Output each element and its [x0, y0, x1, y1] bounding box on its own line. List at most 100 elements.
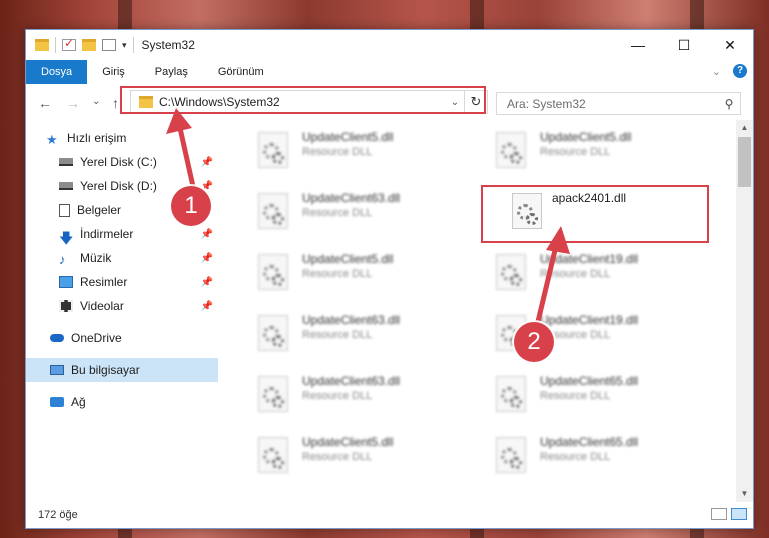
view-switcher [711, 508, 747, 520]
network-icon [50, 397, 64, 407]
dll-file-icon [258, 437, 288, 473]
tab-share[interactable]: Paylaş [140, 60, 203, 84]
new-folder-icon[interactable] [82, 39, 96, 51]
dll-file-icon [258, 376, 288, 412]
title-bar: ▾ System32 — ☐ ✕ [26, 30, 753, 60]
pin-icon: 📌 [200, 156, 213, 168]
file-item[interactable]: UpdateClient63.dll Resource DLL [228, 187, 448, 235]
file-name: UpdateClient63.dll [302, 313, 401, 327]
this-pc-icon [50, 365, 64, 375]
sidebar-item-label: İndirmeler [80, 227, 134, 241]
file-type: Resource DLL [302, 268, 373, 280]
search-icon[interactable]: ⚲ [718, 97, 740, 111]
file-name: UpdateClient5.dll [302, 130, 394, 144]
customize-dropdown-icon[interactable]: ▾ [122, 40, 127, 51]
file-type: Resource DLL [302, 451, 373, 463]
tab-file[interactable]: Dosya [26, 60, 88, 84]
up-button[interactable]: ↑ [112, 95, 119, 111]
recent-locations-button[interactable]: ⌄ [92, 96, 100, 107]
file-name: UpdateClient19.dll [540, 313, 639, 327]
file-type: Resource DLL [540, 390, 611, 402]
file-list: UpdateClient5.dll Resource DLL UpdateCli… [218, 120, 736, 502]
sidebar-item-pictures[interactable]: Resimler 📌 [26, 270, 218, 294]
star-icon: ★ [46, 132, 58, 147]
callout-badge-1: 1 [171, 186, 211, 226]
status-bar: 172 öğe [26, 502, 753, 528]
downloads-icon: 🡇 [59, 230, 74, 246]
back-button[interactable]: ← [38, 95, 52, 111]
tiles-view-icon[interactable] [731, 508, 747, 520]
file-name: UpdateClient19.dll [540, 252, 639, 266]
file-name: UpdateClient63.dll [302, 191, 401, 205]
scroll-down-icon[interactable]: ▼ [736, 486, 753, 502]
forward-button[interactable]: → [66, 95, 80, 111]
dll-file-icon [496, 437, 526, 473]
details-view-icon[interactable] [711, 508, 727, 520]
quick-access-toolbar: ▾ [35, 36, 134, 53]
dll-file-icon [258, 193, 288, 229]
sidebar-item-music[interactable]: ♪ Müzik 📌 [26, 246, 218, 270]
file-item[interactable]: UpdateClient5.dll Resource DLL [228, 431, 448, 479]
pictures-icon [59, 276, 73, 288]
sidebar-item-quick-access[interactable]: ★ Hızlı erişim [26, 126, 218, 150]
videos-icon [59, 300, 73, 312]
close-button[interactable]: ✕ [707, 30, 753, 60]
ribbon-tabs: Dosya Giriş Paylaş Görünüm ⌄ ? [26, 60, 753, 84]
pin-icon: 📌 [200, 276, 213, 288]
disk-icon [59, 182, 73, 190]
sidebar-item-local-disk-c[interactable]: Yerel Disk (C:) 📌 [26, 150, 218, 174]
scroll-thumb[interactable] [738, 137, 751, 187]
search-box[interactable]: Ara: System32 ⚲ [496, 92, 741, 115]
sidebar-item-label: Hızlı erişim [67, 131, 127, 145]
dll-file-icon [258, 254, 288, 290]
dll-file-icon [496, 254, 526, 290]
sidebar-item-label: Resimler [80, 275, 128, 289]
tab-view[interactable]: Görünüm [203, 60, 279, 84]
window-controls: — ☐ ✕ [615, 30, 753, 60]
onedrive-icon [50, 334, 64, 342]
disk-icon [59, 158, 73, 166]
sidebar-item-label: Yerel Disk (D:) [80, 179, 157, 193]
tab-home[interactable]: Giriş [87, 60, 140, 84]
file-item[interactable]: UpdateClient63.dll Resource DLL [228, 370, 448, 418]
folder-icon [35, 39, 49, 51]
file-name: UpdateClient5.dll [540, 130, 632, 144]
file-name: UpdateClient65.dll [540, 374, 639, 388]
file-name: UpdateClient63.dll [302, 374, 401, 388]
file-type: Resource DLL [302, 329, 373, 341]
sidebar-item-onedrive[interactable]: OneDrive [26, 326, 218, 350]
dll-file-icon [496, 132, 526, 168]
callout-badge-2: 2 [514, 322, 554, 362]
customize-toolbar-icon[interactable] [102, 39, 116, 51]
file-item[interactable]: UpdateClient5.dll Resource DLL [228, 126, 448, 174]
file-type: Resource DLL [540, 451, 611, 463]
search-input[interactable]: Ara: System32 [507, 97, 718, 111]
vertical-scrollbar[interactable]: ▲ ▼ [736, 120, 753, 502]
ribbon-right: ⌄ ? [712, 64, 747, 78]
file-item[interactable]: UpdateClient65.dll Resource DLL [466, 370, 686, 418]
navigation-pane: ★ Hızlı erişim Yerel Disk (C:) 📌 Yerel D… [26, 120, 218, 502]
minimize-button[interactable]: — [615, 30, 661, 60]
sidebar-item-label: Müzik [80, 251, 112, 265]
properties-icon[interactable] [62, 36, 76, 51]
file-type: Resource DLL [302, 207, 373, 219]
file-item[interactable]: UpdateClient65.dll Resource DLL [466, 431, 686, 479]
sidebar-item-network[interactable]: Ağ [26, 390, 218, 414]
item-count: 172 öğe [38, 509, 78, 521]
sidebar-item-videos[interactable]: Videolar 📌 [26, 294, 218, 318]
address-highlight-box [120, 86, 486, 114]
file-item[interactable]: UpdateClient19.dll Resource DLL [466, 248, 686, 296]
scroll-up-icon[interactable]: ▲ [736, 120, 753, 136]
toolbar-divider [132, 37, 134, 53]
sidebar-item-label: Belgeler [77, 203, 122, 217]
help-icon[interactable]: ? [733, 64, 747, 78]
file-type: Resource DLL [302, 390, 373, 402]
sidebar-item-label: OneDrive [71, 331, 122, 345]
expand-ribbon-icon[interactable]: ⌄ [712, 65, 721, 78]
maximize-button[interactable]: ☐ [661, 30, 707, 60]
file-item[interactable]: UpdateClient63.dll Resource DLL [228, 309, 448, 357]
file-item[interactable]: UpdateClient5.dll Resource DLL [228, 248, 448, 296]
file-item[interactable]: UpdateClient5.dll Resource DLL [466, 126, 686, 174]
file-item[interactable]: UpdateClient19.dll Resource DLL [466, 309, 686, 357]
sidebar-item-this-pc[interactable]: Bu bilgisayar [26, 358, 218, 382]
